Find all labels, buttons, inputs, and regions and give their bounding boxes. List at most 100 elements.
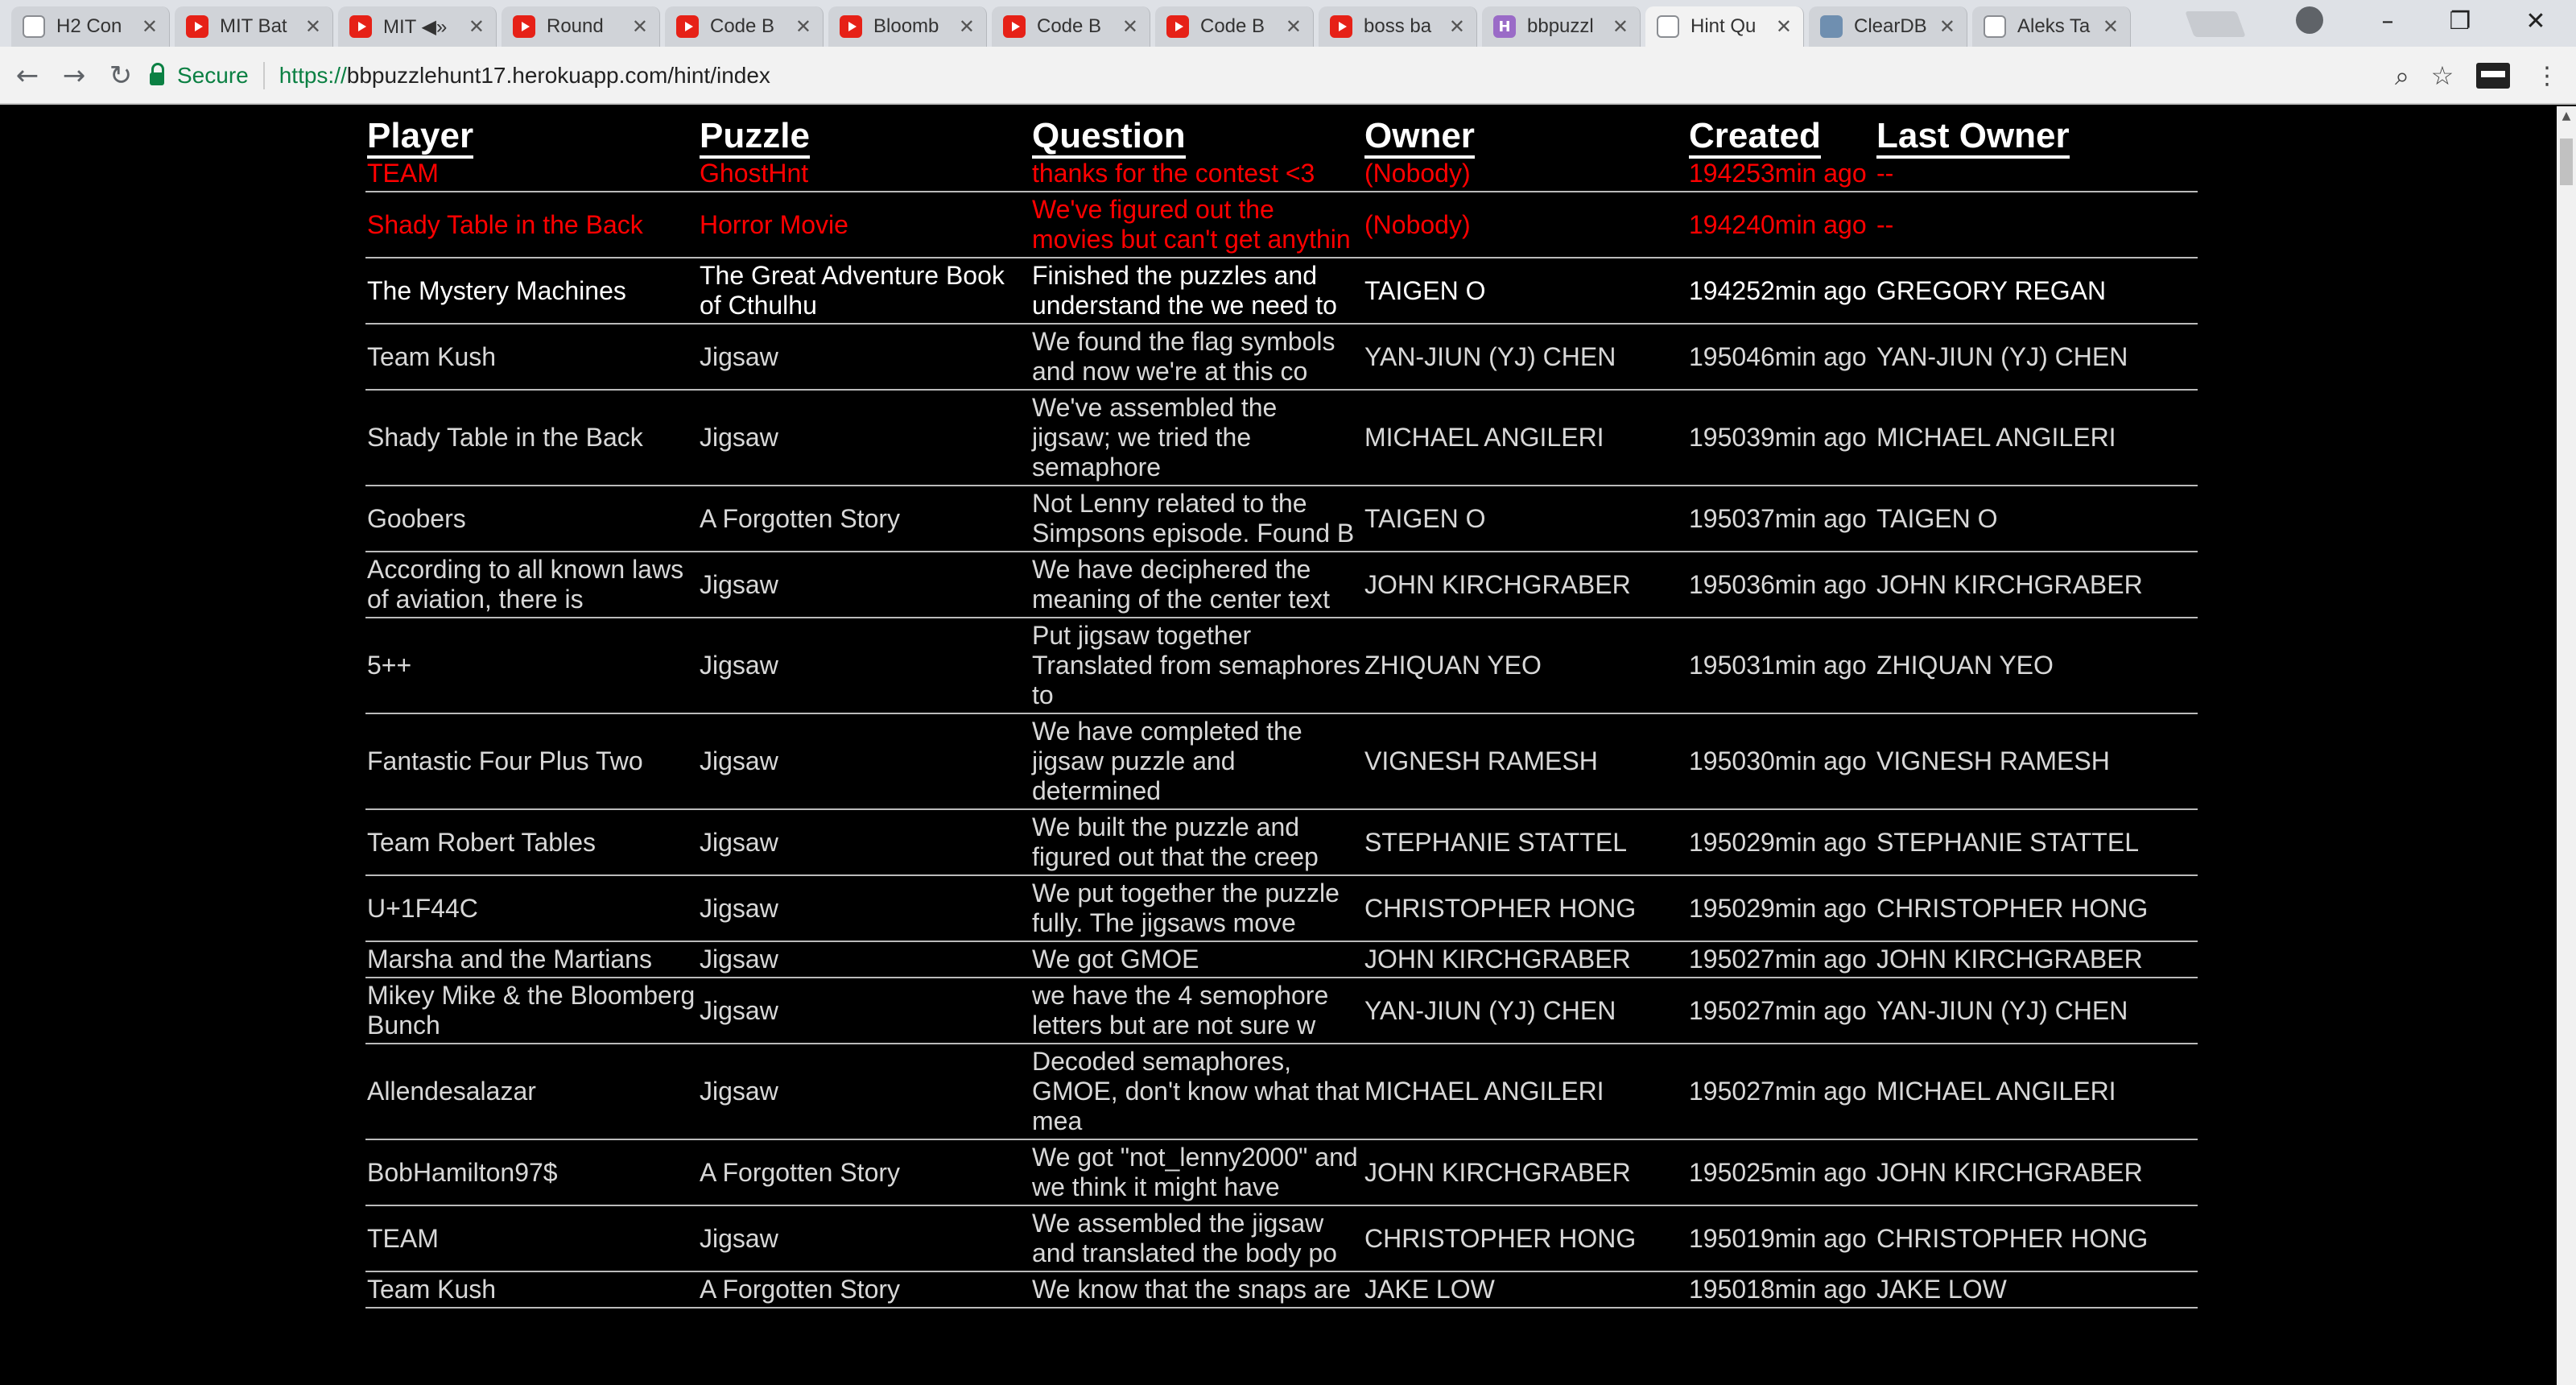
cell-last-owner: -- — [1875, 156, 2198, 192]
page-icon — [23, 15, 45, 38]
cell-puzzle: Jigsaw — [698, 618, 1030, 714]
browser-tab[interactable]: H2 Con ✕ — [11, 6, 170, 47]
cell-last-owner: CHRISTOPHER HONG — [1875, 875, 2198, 942]
cell-created: 195029min ago — [1687, 875, 1875, 942]
tab-close-icon[interactable]: ✕ — [632, 15, 648, 38]
browser-tab[interactable]: Hbbpuzzl ✕ — [1482, 6, 1641, 47]
browser-tab[interactable]: Aleks Ta ✕ — [1972, 6, 2131, 47]
cell-question: We got GMOE — [1030, 941, 1363, 978]
table-row[interactable]: According to all known laws of aviation,… — [365, 552, 2198, 618]
address-bar[interactable]: Secure https:// bbpuzzlehunt17.herokuapp… — [150, 55, 2460, 97]
cell-question: We built the puzzle and figured out that… — [1030, 809, 1363, 876]
cell-player: Goobers — [365, 486, 698, 552]
tab-close-icon[interactable]: ✕ — [1122, 15, 1138, 38]
close-window-icon[interactable]: ✕ — [2504, 0, 2568, 42]
minimize-icon[interactable]: – — [2355, 0, 2420, 42]
back-icon[interactable]: ← — [6, 55, 48, 97]
browser-tab[interactable]: Code B ✕ — [1155, 6, 1314, 47]
tab-close-icon[interactable]: ✕ — [142, 15, 158, 38]
cell-player: Mikey Mike & the Bloomberg Bunch — [365, 978, 698, 1044]
cell-owner: JAKE LOW — [1363, 1271, 1687, 1309]
table-row[interactable]: Mikey Mike & the Bloomberg Bunch Jigsaw we… — [365, 978, 2198, 1044]
table-row[interactable]: The Mystery Machines The Great Adventure … — [365, 258, 2198, 325]
cell-last-owner: GREGORY REGAN — [1875, 258, 2198, 325]
table-row[interactable]: BobHamilton97$ A Forgotten Story We got "n… — [365, 1139, 2198, 1206]
table-row[interactable]: TEAM GhostHnt thanks for the contest <3 (No… — [365, 156, 2198, 192]
cell-question: We know that the snaps are — [1030, 1271, 1363, 1309]
cell-created: 194240min ago — [1687, 192, 1875, 258]
cell-created: 195027min ago — [1687, 1044, 1875, 1140]
cell-question: We put together the puzzle fully. The ji… — [1030, 875, 1363, 942]
table-row[interactable]: 5++ Jigsaw Put jigsaw together Translated … — [365, 618, 2198, 714]
tab-title: Code B — [1200, 15, 1265, 37]
header-puzzle: Puzzle — [698, 106, 1030, 159]
table-row[interactable]: Fantastic Four Plus Two Jigsaw We have com… — [365, 713, 2198, 810]
cell-player: According to all known laws of aviation,… — [365, 552, 698, 618]
tab-close-icon[interactable]: ✕ — [1449, 15, 1465, 38]
new-tab-button[interactable] — [2185, 11, 2246, 37]
cell-last-owner: YAN-JIUN (YJ) CHEN — [1875, 324, 2198, 391]
table-row[interactable]: Goobers A Forgotten Story Not Lenny relate… — [365, 486, 2198, 552]
table-row[interactable]: Team Kush A Forgotten Story We know that t… — [365, 1271, 2198, 1309]
tab-close-icon[interactable]: ✕ — [305, 15, 321, 38]
restore-icon[interactable]: ❐ — [2428, 0, 2492, 42]
table-row[interactable]: Marsha and the Martians Jigsaw We got GMOE… — [365, 941, 2198, 978]
zoom-icon[interactable]: ⌕ — [2381, 55, 2423, 97]
cell-owner: VIGNESH RAMESH — [1363, 713, 1687, 810]
cell-last-owner: YAN-JIUN (YJ) CHEN — [1875, 978, 2198, 1044]
cell-created: 195018min ago — [1687, 1271, 1875, 1309]
browser-tab[interactable]: Bloomb ✕ — [828, 6, 987, 47]
reload-icon[interactable]: ↻ — [100, 55, 142, 97]
cell-created: 195046min ago — [1687, 324, 1875, 391]
browser-tab[interactable]: Hint Qu ✕ — [1645, 6, 1804, 47]
menu-icon[interactable]: ⋮ — [2526, 55, 2568, 97]
tab-close-icon[interactable]: ✕ — [1939, 15, 1955, 38]
browser-tab[interactable]: boss ba ✕ — [1319, 6, 1477, 47]
table-row[interactable]: Team Kush Jigsaw We found the flag symbols… — [365, 324, 2198, 391]
tab-close-icon[interactable]: ✕ — [2103, 15, 2119, 38]
cell-created: 195037min ago — [1687, 486, 1875, 552]
browser-tab[interactable]: Round ✕ — [502, 6, 660, 47]
tab-close-icon[interactable]: ✕ — [469, 15, 485, 38]
profile-icon[interactable] — [2296, 6, 2323, 34]
cell-created: 195036min ago — [1687, 552, 1875, 618]
bookmark-star-icon[interactable]: ☆ — [2421, 55, 2463, 97]
browser-tab[interactable]: Code B ✕ — [992, 6, 1150, 47]
cell-question: We have deciphered the meaning of the ce… — [1030, 552, 1363, 618]
youtube-icon — [840, 15, 862, 38]
cell-owner: STEPHANIE STATTEL — [1363, 809, 1687, 876]
browser-tab[interactable]: MIT Bat ✕ — [175, 6, 333, 47]
table-row[interactable]: Shady Table in the Back Jigsaw We've assem… — [365, 390, 2198, 486]
cell-created: 195027min ago — [1687, 978, 1875, 1044]
cell-last-owner: JOHN KIRCHGRABER — [1875, 552, 2198, 618]
table-row[interactable]: U+1F44C Jigsaw We put together the puzzle … — [365, 875, 2198, 942]
scrollbar-thumb[interactable] — [2560, 138, 2573, 185]
cell-created: 195019min ago — [1687, 1205, 1875, 1272]
cell-puzzle: Jigsaw — [698, 324, 1030, 391]
browser-tab[interactable]: ClearDB ✕ — [1809, 6, 1967, 47]
forward-icon[interactable]: → — [53, 55, 95, 97]
table-row[interactable]: Shady Table in the Back Horror Movie We've… — [365, 192, 2198, 258]
browser-tab[interactable]: MIT ◀» ✕ — [338, 6, 497, 47]
tab-close-icon[interactable]: ✕ — [1776, 15, 1792, 38]
extension-icon[interactable] — [2476, 63, 2510, 89]
table-row[interactable]: Allendesalazar Jigsaw Decoded semaphores, … — [365, 1044, 2198, 1140]
cell-puzzle: GhostHnt — [698, 156, 1030, 192]
tab-title: Bloomb — [873, 15, 939, 37]
youtube-icon — [349, 15, 372, 38]
tab-close-icon[interactable]: ✕ — [959, 15, 975, 38]
tab-close-icon[interactable]: ✕ — [1612, 15, 1629, 38]
tab-close-icon[interactable]: ✕ — [795, 15, 811, 38]
tab-title: boss ba — [1364, 15, 1432, 37]
table-row[interactable]: TEAM Jigsaw We assembled the jigsaw and tr… — [365, 1205, 2198, 1272]
tab-title: Code B — [710, 15, 775, 37]
table-row[interactable]: Team Robert Tables Jigsaw We built the puz… — [365, 809, 2198, 876]
tab-close-icon[interactable]: ✕ — [1286, 15, 1302, 38]
browser-toolbar: ← → ↻ Secure https:// bbpuzzlehunt17.her… — [0, 47, 2576, 105]
cell-question: We have completed the jigsaw puzzle and … — [1030, 713, 1363, 810]
tab-title: MIT Bat — [220, 15, 287, 37]
browser-tab[interactable]: Code B ✕ — [665, 6, 824, 47]
scroll-up-icon[interactable]: ▲ — [2557, 106, 2576, 126]
cell-player: Team Robert Tables — [365, 809, 698, 876]
page-scrollbar[interactable]: ▲ — [2557, 106, 2576, 1385]
